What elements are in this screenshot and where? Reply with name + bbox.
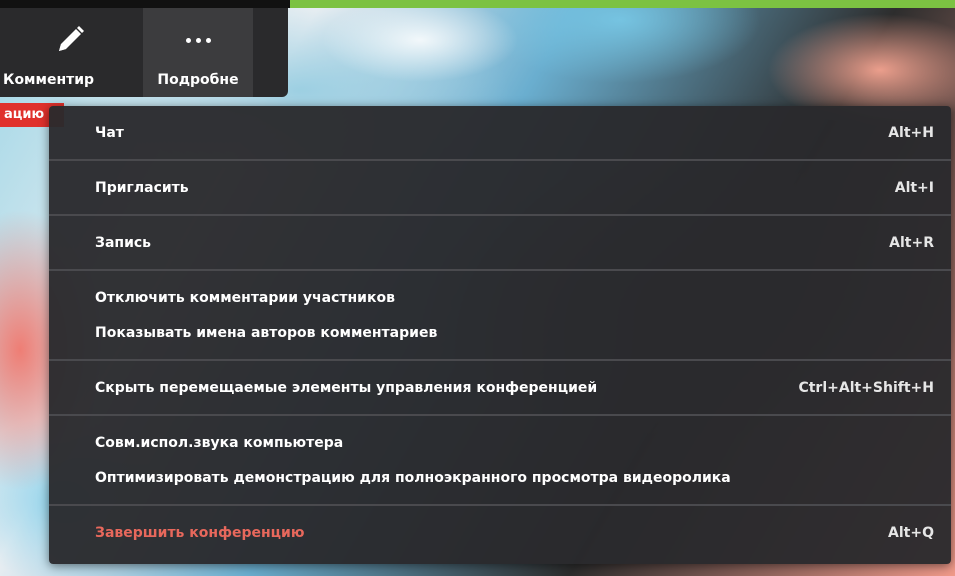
top-accent-strip [0,0,955,8]
more-button[interactable]: Подробне [143,8,253,97]
menu-item-label: Завершить конференцию [95,524,305,541]
more-menu: Чат Alt+H Пригласить Alt+I Запись Alt+R … [49,106,951,564]
menu-item-label: Пригласить [95,179,189,196]
menu-item-label: Совм.испол.звука компьютера [95,434,344,451]
menu-item-shortcut: Ctrl+Alt+Shift+H [798,379,934,396]
menu-item-shortcut: Alt+R [889,234,934,251]
menu-item-end-meeting[interactable]: Завершить конференцию Alt+Q [49,506,951,559]
menu-item-shortcut: Alt+Q [888,524,934,541]
menu-item-disable-annotations[interactable]: Отключить комментарии участников [49,280,951,315]
menu-item-label: Отключить комментарии участников [95,289,395,306]
annotate-label: Комментир [3,72,95,88]
menu-item-label: Чат [95,124,124,141]
menu-item-invite[interactable]: Пригласить Alt+I [49,161,951,214]
menu-item-label: Показывать имена авторов комментариев [95,324,438,341]
menu-item-shortcut: Alt+H [888,124,934,141]
menu-item-record[interactable]: Запись Alt+R [49,216,951,269]
menu-item-label: Скрыть перемещаемые элементы управления … [95,379,598,396]
more-dots-icon [185,22,211,58]
menu-item-chat[interactable]: Чат Alt+H [49,106,951,159]
menu-item-label: Оптимизировать демонстрацию для полноэкр… [95,469,731,486]
menu-item-show-annotator-names[interactable]: Показывать имена авторов комментариев [49,315,951,350]
more-label: Подробне [157,72,239,88]
menu-item-optimize-video-share[interactable]: Оптимизировать демонстрацию для полноэкр… [49,460,951,495]
menu-item-label: Запись [95,234,152,251]
meeting-toolbar: Комментир Подробне [0,8,288,97]
menu-item-share-computer-sound[interactable]: Совм.испол.звука компьютера [49,425,951,460]
menu-item-shortcut: Alt+I [894,179,934,196]
pencil-icon [52,22,88,58]
menu-item-hide-floating-controls[interactable]: Скрыть перемещаемые элементы управления … [49,361,951,414]
annotate-button[interactable]: Комментир [0,8,140,97]
